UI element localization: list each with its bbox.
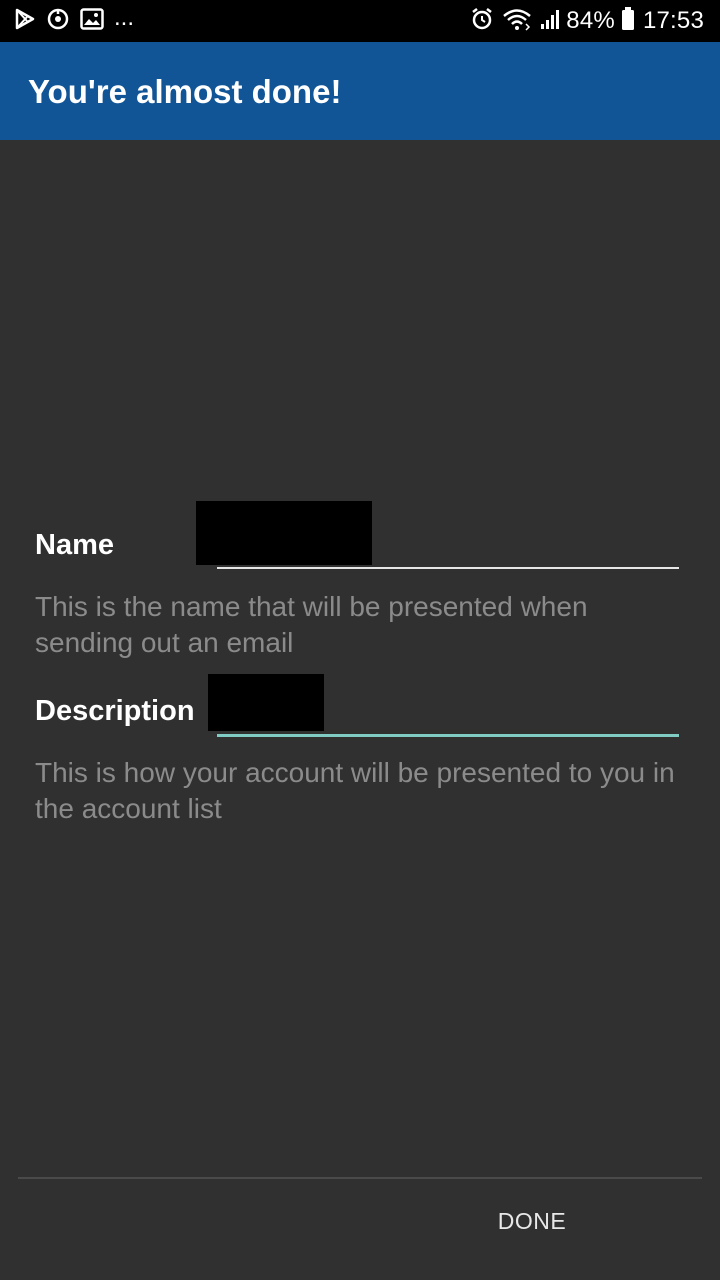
description-field-redacted-value (208, 674, 324, 731)
clock: 17:53 (642, 7, 704, 34)
page-title: You're almost done! (28, 73, 342, 110)
wifi-icon (502, 7, 532, 36)
status-bar: ... 84% 17:53 (0, 0, 720, 42)
battery-percent: 84% (566, 7, 615, 34)
name-field-redacted-value (196, 501, 372, 565)
notification-overflow: ... (114, 4, 135, 31)
sync-icon (46, 7, 70, 36)
status-right: 84% 17:53 (462, 6, 704, 36)
name-label: Name (35, 529, 114, 561)
description-helper-text: This is how your account will be present… (35, 757, 675, 824)
description-label: Description (35, 695, 195, 727)
alarm-icon (470, 7, 494, 36)
signal-icon (540, 8, 560, 35)
gallery-icon (80, 7, 104, 35)
done-button[interactable]: DONE (470, 1192, 594, 1250)
name-helper-text: This is the name that will be presented … (35, 591, 588, 658)
play-store-icon (14, 8, 36, 35)
battery-icon (621, 6, 635, 36)
name-input[interactable] (217, 567, 679, 569)
app-bar: You're almost done! (0, 42, 720, 140)
description-input[interactable] (217, 734, 679, 737)
footer-divider (18, 1177, 702, 1179)
status-left: ... (14, 4, 135, 36)
